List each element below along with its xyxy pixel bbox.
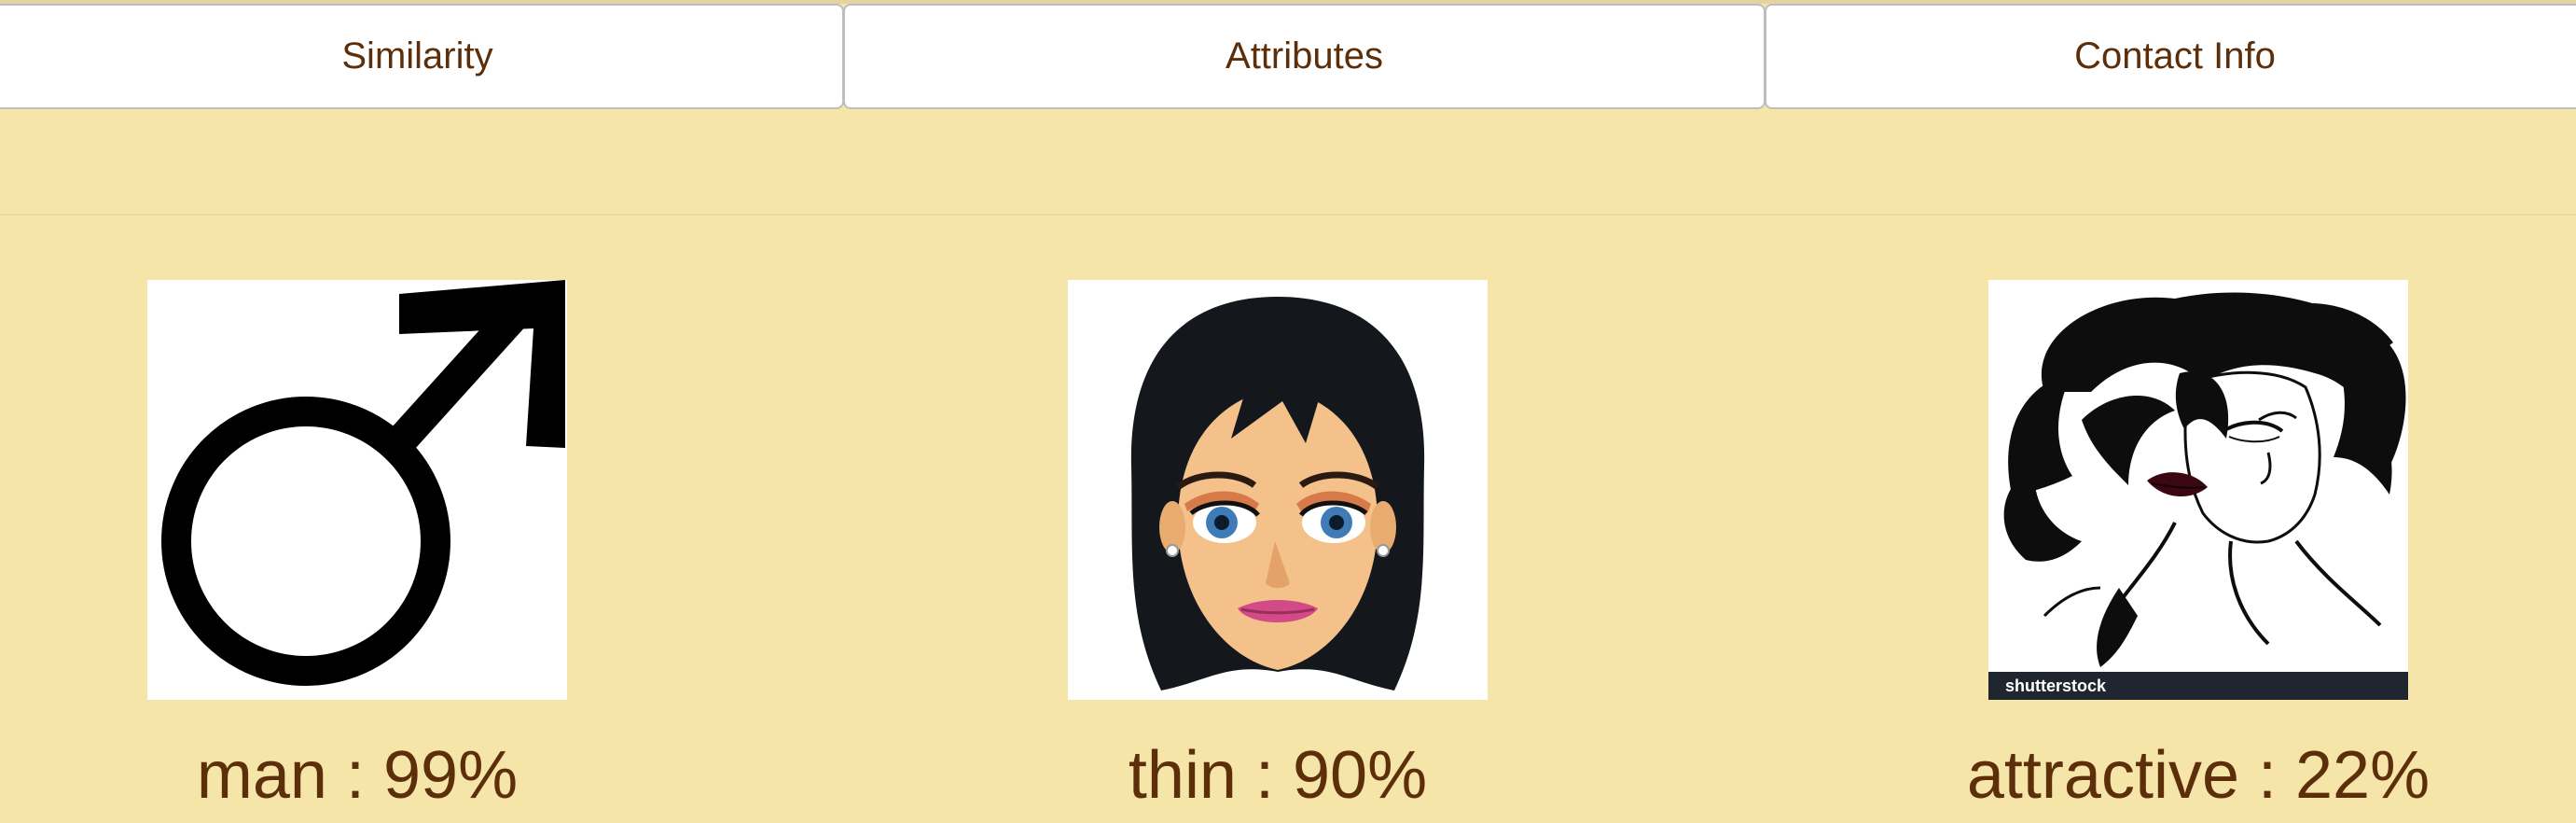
tab-attributes[interactable]: Attributes (843, 4, 1766, 109)
female-face-illustration (1130, 297, 1425, 690)
attribute-name: thin (1128, 738, 1237, 813)
attribute-percent: 90% (1293, 738, 1428, 813)
attribute-card-man: man : 99% (147, 280, 567, 813)
woman-portrait-illustration (2003, 292, 2406, 667)
woman-portrait-image: shutterstock (1988, 280, 2408, 700)
attribute-label-attractive: attractive : 22% (1966, 738, 2431, 813)
attribute-name: man (196, 738, 327, 813)
male-symbol-image (147, 280, 567, 700)
section-divider (0, 214, 2576, 216)
attribute-percent: 99% (382, 738, 519, 813)
attribute-name: attractive (1966, 738, 2239, 813)
attribute-card-thin: thin : 90% (1068, 280, 1488, 813)
attribute-label-man: man : 99% (196, 738, 519, 813)
tab-contact-info[interactable]: Contact Info (1765, 4, 2576, 109)
tab-similarity[interactable]: Similarity (0, 4, 844, 109)
female-face-image (1068, 280, 1488, 700)
male-symbol-icon (161, 280, 565, 686)
attribute-card-attractive: shutterstock attractive : 22% (1967, 280, 2430, 813)
attribute-label-thin: thin : 90% (1128, 738, 1428, 813)
attribute-percent: 22% (2295, 738, 2431, 813)
tab-bar: Similarity Attributes Contact Info (0, 4, 2576, 111)
watermark-bar: shutterstock (1988, 672, 2408, 700)
